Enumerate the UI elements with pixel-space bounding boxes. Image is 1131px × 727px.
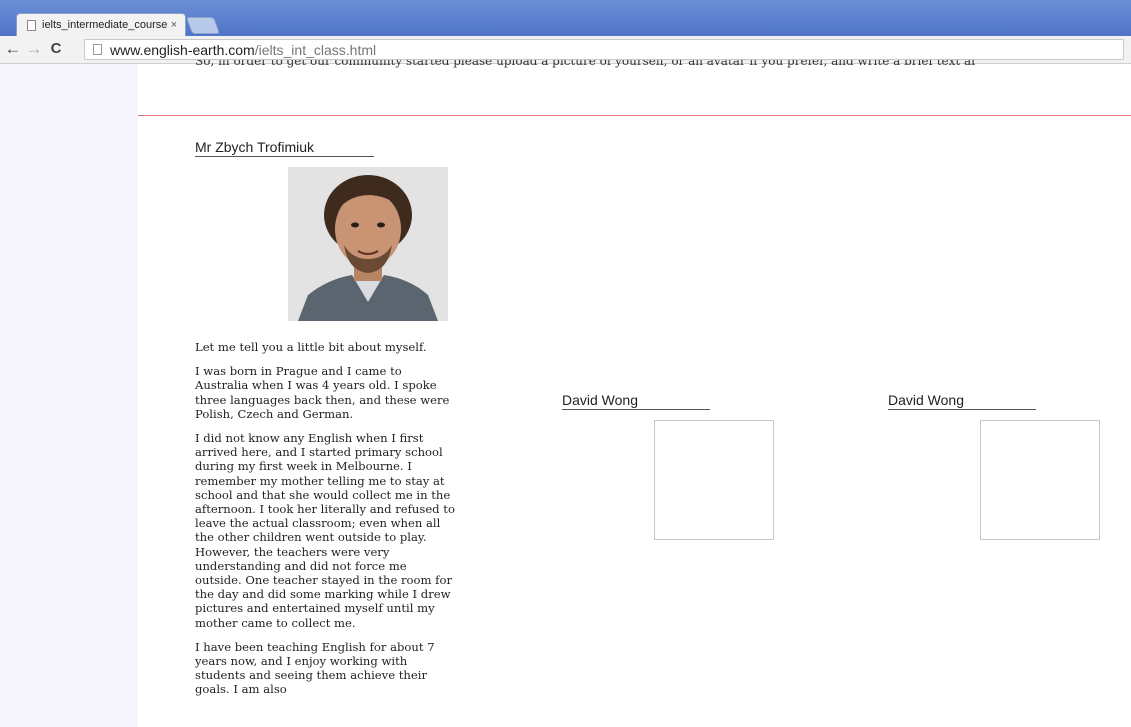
student-photo-placeholder <box>980 420 1100 540</box>
url-path: /ielts_int_class.html <box>254 41 377 58</box>
student-name: David Wong <box>888 392 1036 410</box>
browser-tab-strip: ielts_intermediate_course × <box>0 0 1131 36</box>
bio-paragraph: I was born in Prague and I came to Austr… <box>195 364 450 421</box>
reload-icon[interactable]: C <box>46 39 66 59</box>
profile-bio: Let me tell you a little bit about mysel… <box>195 340 455 707</box>
forward-arrow-icon[interactable]: → <box>24 39 44 59</box>
page-icon <box>27 19 36 31</box>
student-photo-placeholder <box>654 420 774 540</box>
bio-paragraph: Let me tell you a little bit about mysel… <box>195 340 427 354</box>
back-arrow-icon[interactable]: ← <box>3 39 23 59</box>
section-divider <box>138 115 1131 116</box>
address-bar[interactable]: www.english-earth.com/ielts_int_class.ht… <box>84 39 1124 60</box>
left-gutter <box>0 64 138 727</box>
profile-photo-image <box>288 167 448 321</box>
profile-photo <box>288 167 448 321</box>
tab-title: ielts_intermediate_course <box>42 19 167 31</box>
student-name: David Wong <box>562 392 710 410</box>
bio-paragraph: I have been teaching English for about 7… <box>195 639 435 697</box>
intro-text-cut-off: So, in order to get our community starte… <box>195 60 975 68</box>
browser-tab[interactable]: ielts_intermediate_course × <box>16 13 186 36</box>
bio-paragraph: I did not know any English when I first … <box>195 431 455 630</box>
new-tab-button[interactable] <box>185 17 221 34</box>
profile-name: Mr Zbych Trofimiuk <box>195 139 374 157</box>
url-host: www.english-earth.com <box>110 41 255 58</box>
close-icon[interactable]: × <box>167 19 181 31</box>
page-icon <box>93 44 102 55</box>
